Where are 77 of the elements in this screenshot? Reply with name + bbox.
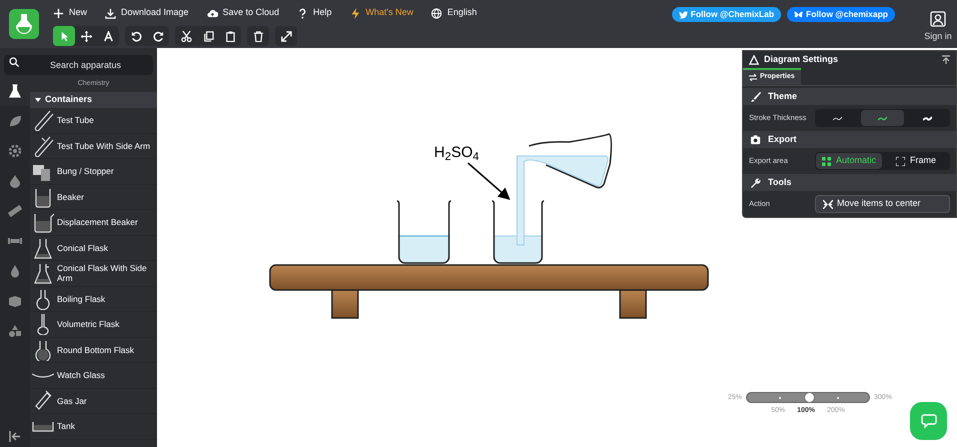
question-icon <box>297 8 308 18</box>
category-tab[interactable] <box>0 76 30 106</box>
apparatus-item[interactable]: Round Bottom Flask <box>30 338 157 363</box>
stroke-icon <box>833 116 842 120</box>
collapse-icon[interactable] <box>9 430 21 442</box>
trash-icon <box>252 30 264 42</box>
option-button[interactable]: Automatic <box>816 153 882 169</box>
butterfly-icon <box>794 10 804 18</box>
undo-icon <box>130 30 142 42</box>
conical-flask-icon <box>32 236 54 259</box>
menu-item[interactable]: What's New <box>350 6 414 20</box>
expand-icon <box>280 30 292 42</box>
beaker-drawing[interactable] <box>396 200 452 264</box>
sign-in-link[interactable]: Sign in <box>924 30 952 44</box>
frame-icon <box>896 156 905 166</box>
text-tool-icon <box>102 30 114 42</box>
section-header: Theme <box>743 88 956 105</box>
copy-icon <box>202 30 214 42</box>
search-field[interactable]: Search apparatus <box>4 55 153 75</box>
wrench-icon <box>750 177 761 188</box>
tank-icon <box>32 420 54 432</box>
clipboard-icon <box>224 30 236 42</box>
stroke-icon <box>922 116 932 120</box>
menu-item[interactable]: Save to Cloud <box>206 6 280 20</box>
apparatus-item[interactable]: Beaker <box>30 184 157 210</box>
menu-item[interactable]: English <box>431 6 477 20</box>
lightning-icon <box>350 8 361 18</box>
group-header[interactable]: Containers <box>30 92 157 108</box>
menu-item[interactable]: Download Image <box>105 6 189 20</box>
formula-label[interactable]: H$_{2}$SO$_{4}$ <box>434 142 480 164</box>
beaker-drawing[interactable] <box>492 200 544 264</box>
plus-icon <box>53 8 64 18</box>
redo-icon <box>152 30 164 42</box>
section-header: Tools <box>743 174 956 191</box>
flask-icon <box>8 84 22 98</box>
user-icon[interactable] <box>930 11 946 27</box>
drop-icon <box>8 264 22 278</box>
tool-button[interactable] <box>53 26 75 46</box>
camera-icon <box>750 134 761 145</box>
test-tube-icon <box>32 134 54 157</box>
cloud-icon <box>206 8 218 18</box>
swap-icon <box>749 74 757 81</box>
conical-flask-icon <box>32 262 54 284</box>
section-header: Export <box>743 131 956 148</box>
zoom-slider[interactable] <box>746 392 870 403</box>
move-to-center-button[interactable]: Move items to center <box>815 195 950 213</box>
apparatus-item[interactable]: Displacement Beaker <box>30 210 157 236</box>
gear-icon <box>8 144 22 158</box>
test-tube-icon <box>32 109 54 132</box>
caret-icon <box>35 97 41 103</box>
apparatus-item[interactable]: Bung / Stopper <box>30 159 157 184</box>
watch-glass-icon <box>32 372 54 378</box>
stroke-icon <box>878 116 887 120</box>
fit-icon <box>822 156 831 166</box>
move-icon <box>80 30 92 42</box>
panel-title: Diagram Settings <box>764 52 838 66</box>
menu-item[interactable]: Help <box>297 6 332 20</box>
app-logo[interactable] <box>9 9 39 39</box>
apparatus-item[interactable]: Tank <box>30 414 157 440</box>
pin-icon[interactable] <box>942 55 950 64</box>
collapse-arrows-icon <box>823 200 833 208</box>
chat-bubble-icon <box>920 413 936 429</box>
table-drawing[interactable] <box>269 264 709 319</box>
option-button[interactable]: Frame <box>883 153 949 169</box>
brush-icon <box>750 91 761 102</box>
menu-item[interactable]: New <box>53 6 88 20</box>
scissors-icon <box>180 30 192 42</box>
arrow[interactable] <box>468 162 510 200</box>
leaf-icon <box>8 114 22 128</box>
bird-icon <box>678 10 688 18</box>
globe-icon <box>431 8 442 18</box>
download-icon <box>105 8 116 18</box>
search-icon <box>9 57 19 67</box>
pouring-beaker-drawing[interactable] <box>516 133 612 246</box>
slider-thumb[interactable] <box>804 392 815 403</box>
follow-button[interactable]: Follow @chemixapp <box>787 7 895 22</box>
beaker-icon <box>32 211 54 234</box>
